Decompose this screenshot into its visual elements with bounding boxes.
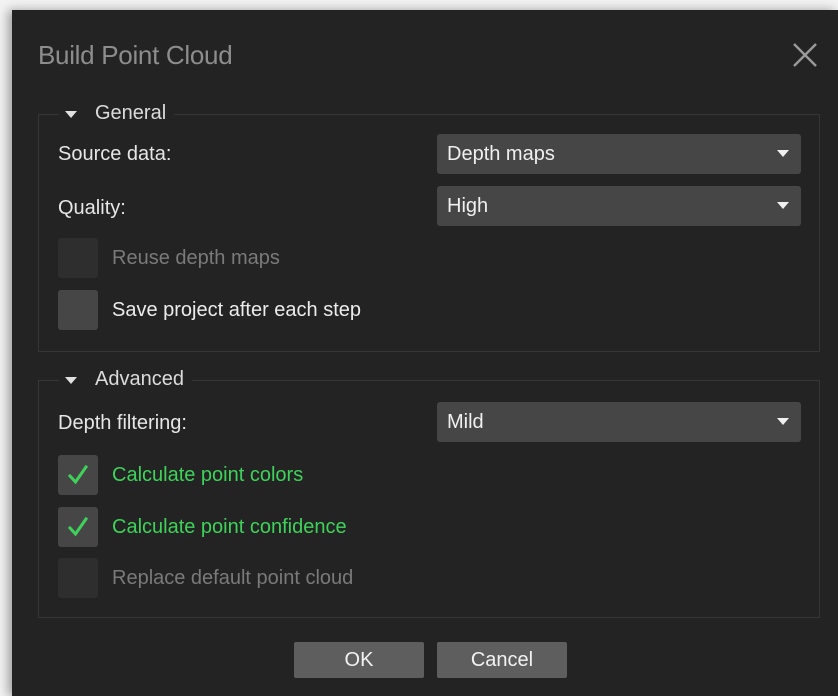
dropdown-arrow-icon <box>777 202 789 209</box>
checkbox-box[interactable] <box>58 455 98 495</box>
quality-select[interactable]: High <box>437 186 801 226</box>
reuse-depth-maps-checkbox[interactable]: Reuse depth maps <box>58 238 280 278</box>
reuse-depth-maps-label: Reuse depth maps <box>112 246 280 269</box>
replace-default-label: Replace default point cloud <box>112 566 354 589</box>
ok-button[interactable]: OK <box>294 642 424 678</box>
source-data-label: Source data: <box>58 143 172 165</box>
calc-colors-checkbox[interactable]: Calculate point colors <box>58 455 303 495</box>
calc-confidence-checkbox[interactable]: Calculate point confidence <box>58 507 347 547</box>
checkbox-box[interactable] <box>58 238 98 278</box>
save-project-checkbox[interactable]: Save project after each step <box>58 290 361 330</box>
checkbox-box[interactable] <box>58 507 98 547</box>
source-data-select[interactable]: Depth maps <box>437 134 801 174</box>
checkmark-icon <box>67 516 89 537</box>
save-project-label: Save project after each step <box>112 298 362 321</box>
depth-filtering-value: Mild <box>447 411 484 433</box>
general-group-header[interactable]: General <box>59 99 175 127</box>
dialog-title: Build Point Cloud <box>38 40 233 70</box>
depth-filtering-select[interactable]: Mild <box>437 402 801 442</box>
quality-value: High <box>447 195 489 217</box>
checkbox-box[interactable] <box>58 558 98 598</box>
calc-confidence-label: Calculate point confidence <box>112 515 347 538</box>
replace-default-checkbox[interactable]: Replace default point cloud <box>58 558 353 598</box>
close-icon[interactable] <box>790 40 820 70</box>
build-point-cloud-dialog: Build Point Cloud General Source data: D… <box>12 10 838 696</box>
advanced-group-header[interactable]: Advanced <box>59 365 192 393</box>
cancel-button[interactable]: Cancel <box>437 642 567 678</box>
collapse-triangle-icon <box>65 110 77 118</box>
source-data-value: Depth maps <box>447 143 555 165</box>
collapse-triangle-icon <box>65 376 77 384</box>
dropdown-arrow-icon <box>777 150 789 157</box>
general-legend-label: General <box>95 102 167 124</box>
dropdown-arrow-icon <box>777 418 789 425</box>
advanced-legend-label: Advanced <box>95 368 184 390</box>
depth-filtering-label: Depth filtering: <box>58 412 187 434</box>
calc-colors-label: Calculate point colors <box>112 463 304 486</box>
checkbox-box[interactable] <box>58 290 98 330</box>
quality-label: Quality: <box>58 197 126 219</box>
checkmark-icon <box>67 464 89 485</box>
